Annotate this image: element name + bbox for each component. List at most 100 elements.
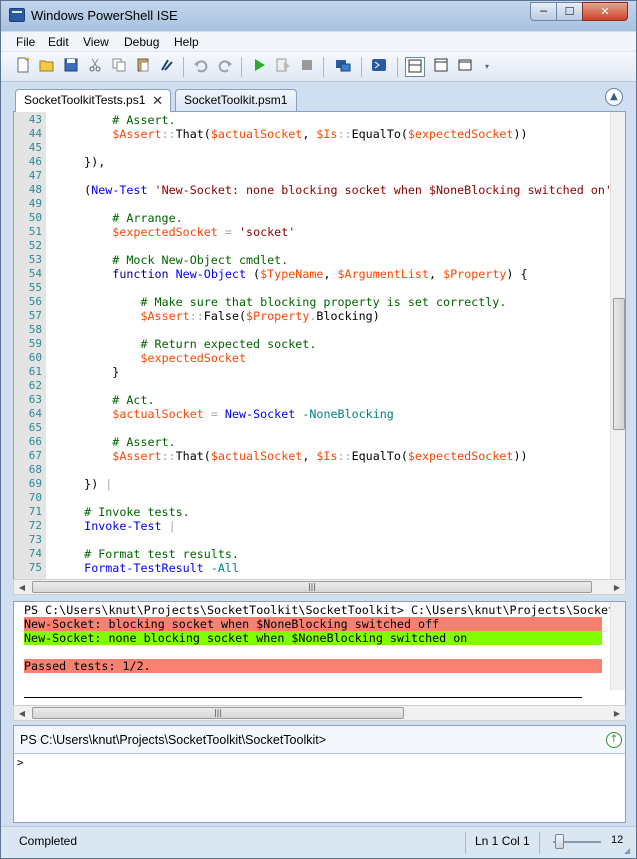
status-separator	[539, 832, 540, 854]
close-tab-icon[interactable]: ✕	[152, 90, 163, 111]
redo-icon[interactable]	[215, 57, 235, 77]
code-text: # Format test results.	[56, 547, 239, 561]
minimize-button[interactable]: ─	[530, 2, 557, 21]
clear-icon[interactable]	[157, 57, 177, 77]
powershell-ise-window: Windows PowerShell ISE ─ ☐ ✕ File Edit V…	[0, 0, 637, 859]
code-token: $Assert	[140, 309, 190, 323]
open-icon[interactable]	[37, 57, 57, 77]
tab-sockettoolkit[interactable]: SocketToolkit.psm1	[175, 89, 297, 111]
code-token: That(	[175, 127, 211, 141]
editor-horizontal-scrollbar[interactable]: ◀ ||| ▶	[13, 579, 626, 595]
tab-sockettoolkittests[interactable]: SocketToolkitTests.ps1 ✕	[15, 89, 171, 112]
scroll-right-icon[interactable]: ▶	[610, 581, 624, 594]
scroll-left-icon[interactable]: ◀	[15, 707, 29, 720]
scroll-thumb[interactable]: |||	[32, 581, 592, 593]
menu-debug[interactable]: Debug	[124, 35, 159, 49]
paste-icon[interactable]	[133, 57, 153, 77]
output-horizontal-scrollbar[interactable]: ◀ ||| ▶	[13, 705, 626, 721]
new-remote-tab-icon[interactable]	[333, 57, 353, 77]
code-token: $expectedSocket	[407, 127, 514, 141]
script-tabs: SocketToolkitTests.ps1 ✕ SocketToolkit.p…	[1, 83, 636, 112]
powershell-app-icon	[9, 8, 25, 22]
code-text: (New-Test 'New-Socket: none blocking soc…	[56, 183, 610, 197]
window-title: Windows PowerShell ISE	[31, 8, 178, 23]
code-token: Blocking)	[316, 309, 380, 323]
cut-icon[interactable]	[85, 57, 105, 77]
scroll-thumb[interactable]	[613, 298, 625, 430]
expand-command-pane-icon[interactable]: ↑	[606, 732, 622, 748]
code-token: # Assert.	[112, 113, 176, 127]
output-vertical-scrollbar[interactable]	[610, 602, 625, 690]
code-token: $expectedSocket	[112, 225, 218, 239]
code-token: False(	[203, 309, 247, 323]
command-pane-header: PS C:\Users\knut\Projects\SocketToolkit\…	[14, 726, 625, 754]
layout-maximize-icon[interactable]	[455, 57, 475, 77]
save-icon[interactable]	[61, 57, 81, 77]
resize-grip-icon[interactable]: ◢	[624, 846, 634, 856]
code-token: -NoneBlocking	[302, 407, 394, 421]
command-input[interactable]: >	[17, 756, 24, 769]
stop-icon[interactable]	[297, 57, 317, 77]
menu-file[interactable]: File	[16, 35, 35, 49]
code-token: ::	[161, 449, 176, 463]
output-pane[interactable]: PS C:\Users\knut\Projects\SocketToolkit\…	[13, 601, 626, 719]
start-powershell-icon[interactable]	[369, 57, 389, 77]
layout-script-right-icon[interactable]	[431, 57, 451, 77]
command-pane[interactable]: PS C:\Users\knut\Projects\SocketToolkit\…	[13, 725, 626, 823]
toolbar-overflow-icon[interactable]: ▾	[477, 57, 497, 77]
code-token: =	[210, 407, 218, 421]
undo-icon[interactable]	[191, 57, 211, 77]
code-token: $Is	[316, 127, 338, 141]
tab-label: SocketToolkit.psm1	[184, 93, 288, 107]
code-token: # Assert.	[112, 435, 176, 449]
line-number: 44	[28, 127, 42, 140]
maximize-button[interactable]: ☐	[556, 2, 583, 21]
scroll-thumb[interactable]: |||	[32, 707, 404, 719]
script-editor[interactable]: 43 # Assert. 44 $Assert::That($actualSock…	[13, 111, 626, 581]
scroll-left-icon[interactable]: ◀	[15, 581, 29, 594]
status-separator	[465, 832, 466, 854]
scroll-right-icon[interactable]: ▶	[610, 707, 624, 720]
code-area[interactable]: 43 # Assert. 44 $Assert::That($actualSock…	[14, 112, 610, 580]
code-token: ) {	[506, 267, 528, 281]
code-token: Invoke-Test	[84, 519, 162, 533]
line-number: 56	[28, 295, 42, 308]
code-token: # Return expected socket.	[140, 337, 317, 351]
line-number: 57	[28, 309, 42, 322]
code-token: -All	[210, 561, 239, 575]
menu-view[interactable]: View	[83, 35, 109, 49]
collapse-script-pane-icon[interactable]: ▲	[605, 88, 623, 106]
close-button[interactable]: ✕	[582, 2, 628, 21]
title-bar[interactable]: Windows PowerShell ISE ─ ☐ ✕	[1, 1, 636, 31]
code-token: $actualSocket	[112, 407, 204, 421]
code-text: # Assert.	[56, 435, 176, 449]
code-token: |	[105, 477, 113, 491]
zoom-slider-thumb[interactable]	[555, 834, 565, 849]
layout-script-top-icon[interactable]	[405, 57, 425, 77]
menu-help[interactable]: Help	[174, 35, 199, 49]
line-number: 62	[28, 379, 42, 392]
run-icon[interactable]	[249, 57, 269, 77]
editor-vertical-scrollbar[interactable]	[610, 112, 625, 580]
code-token: 'New-Socket: none blocking socket when $…	[154, 183, 610, 197]
code-token: # Act.	[112, 393, 155, 407]
menu-edit[interactable]: Edit	[48, 35, 69, 49]
code-token: New-Test	[91, 183, 148, 197]
new-icon[interactable]	[13, 57, 33, 77]
run-selection-icon[interactable]	[273, 57, 293, 77]
copy-icon[interactable]	[109, 57, 129, 77]
